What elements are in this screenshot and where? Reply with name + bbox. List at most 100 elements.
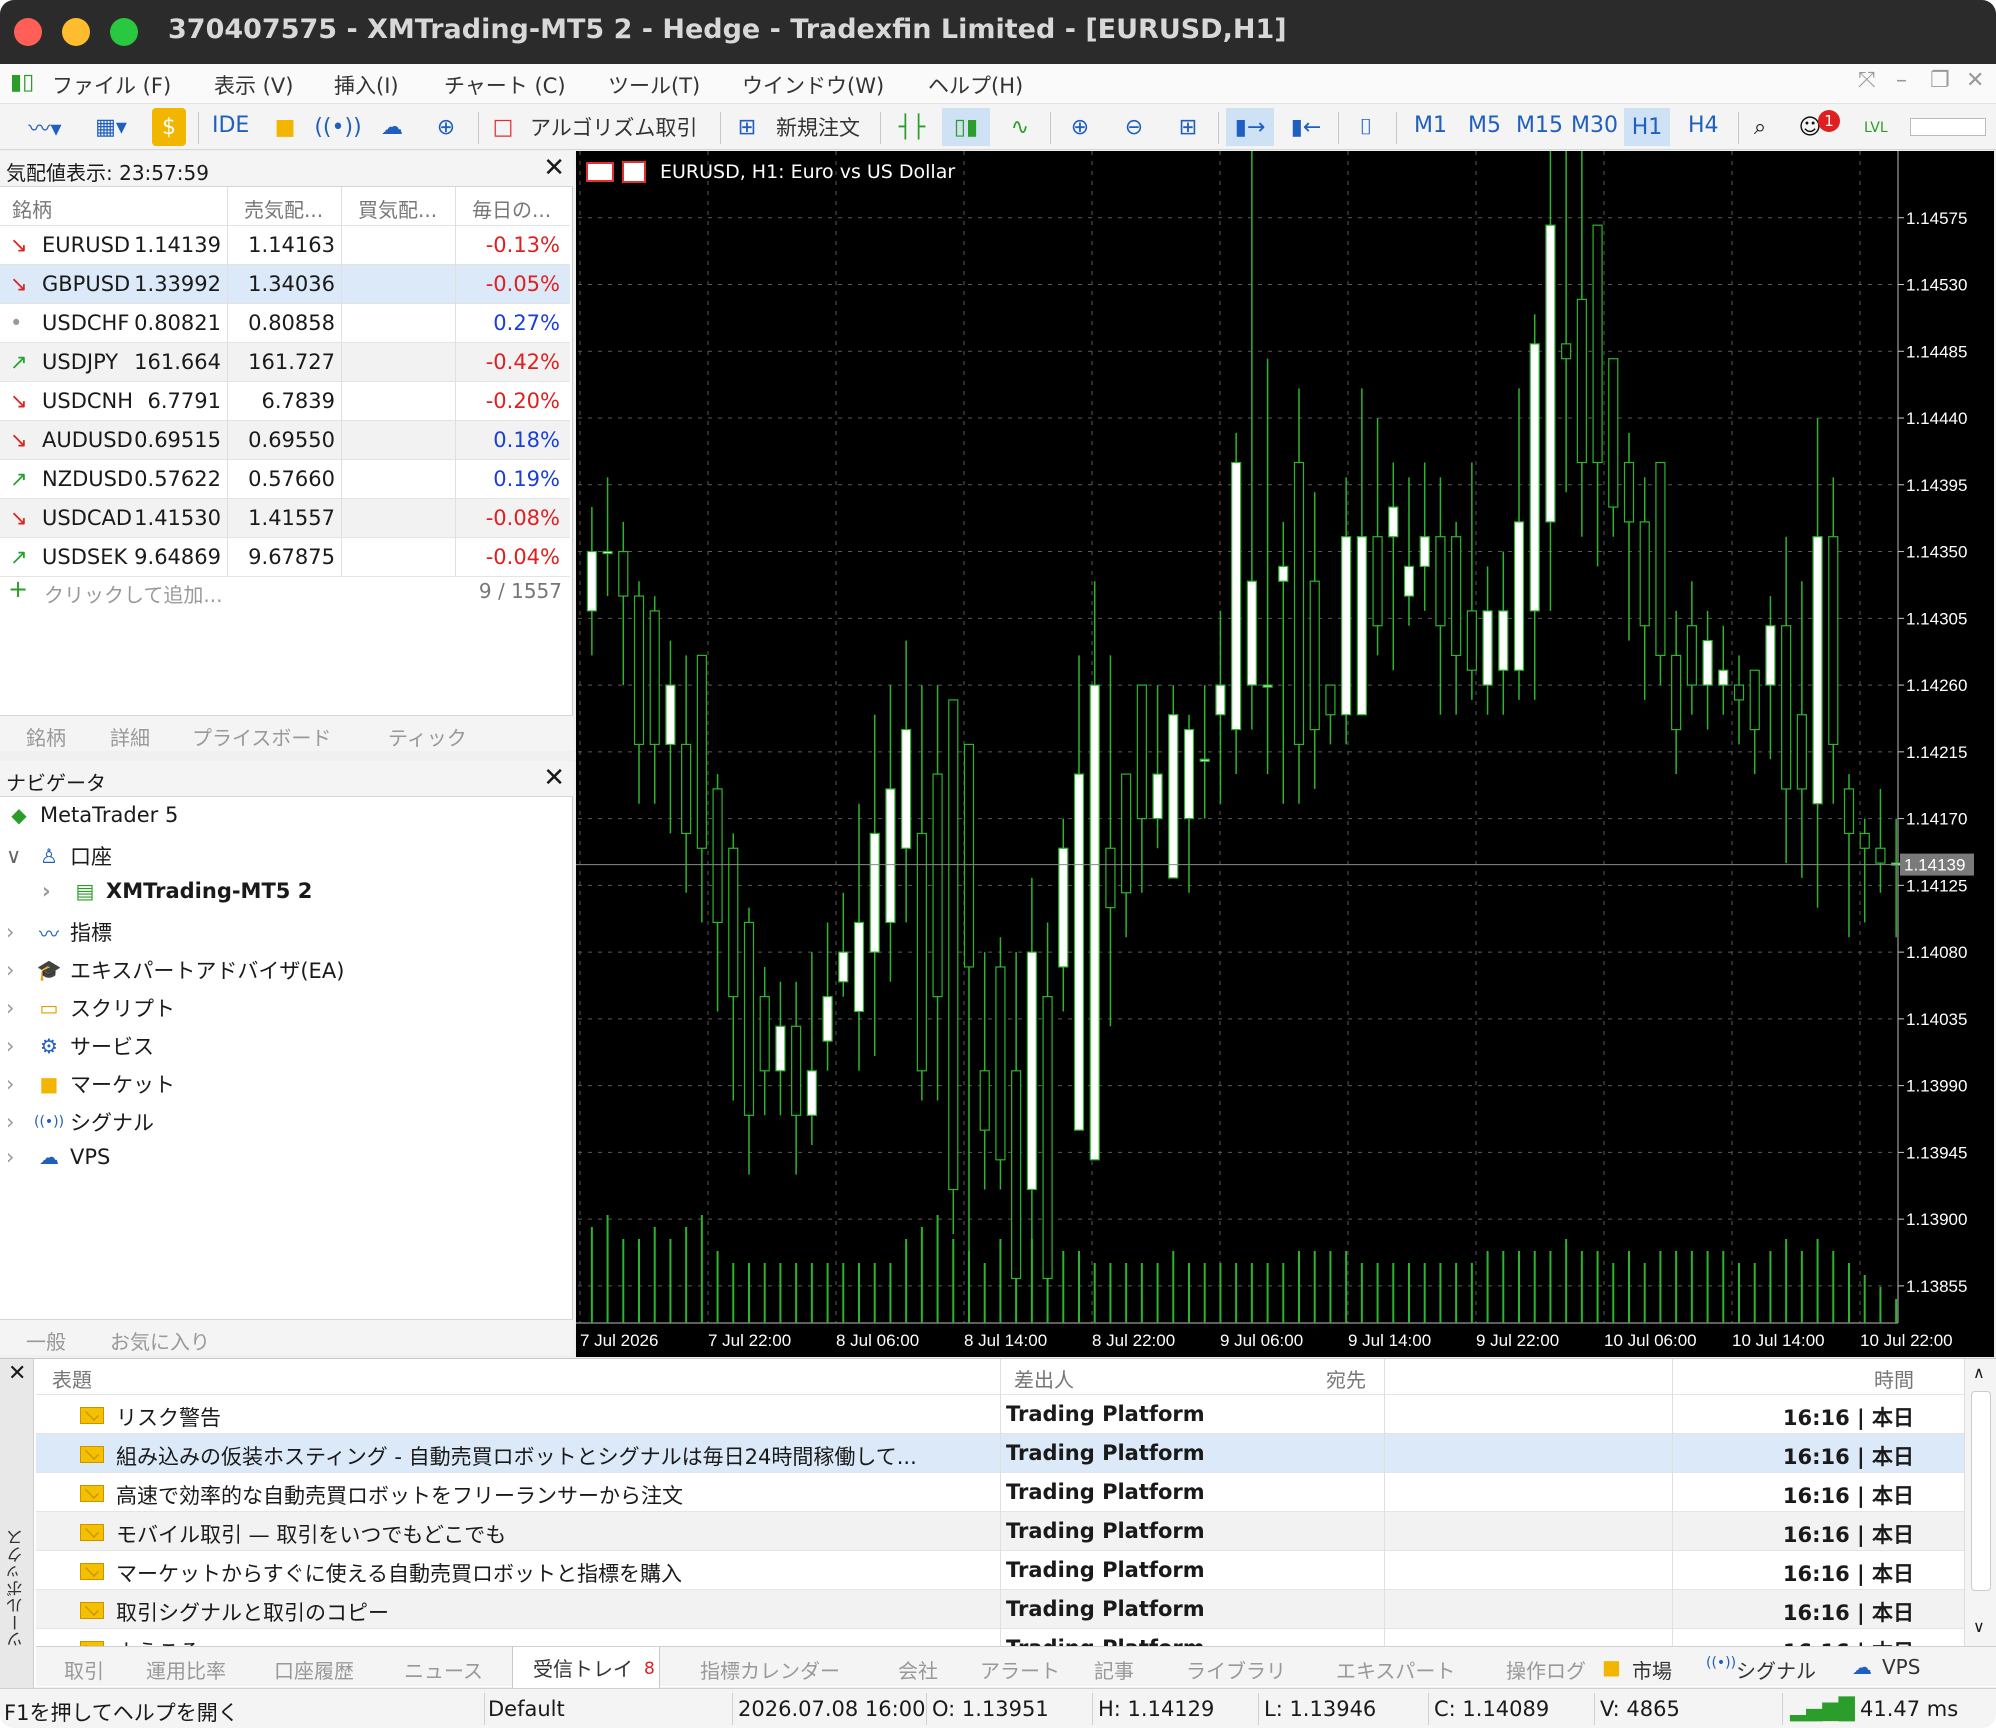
line-chart-icon[interactable]: ∿ — [1000, 108, 1040, 146]
nav-item[interactable]: › ((•)) シグナル — [6, 1107, 154, 1137]
dollar-icon[interactable]: $ — [152, 108, 186, 146]
scroll-down-icon[interactable]: ∨ — [1973, 1617, 1985, 1636]
menu-window[interactable]: ウインドウ(W) — [742, 70, 884, 100]
nav-item[interactable]: › ☁ VPS — [6, 1145, 110, 1169]
tab-details[interactable]: 詳細 — [110, 722, 150, 751]
toolbox-tab[interactable]: 取引 — [64, 1655, 104, 1684]
nav-item[interactable]: › ▭ スクリプト — [6, 993, 175, 1023]
algo-trading-icon[interactable]: □ — [488, 108, 518, 146]
algo-trading-button[interactable]: アルゴリズム取引 — [530, 112, 697, 142]
tab-general[interactable]: 一般 — [26, 1326, 66, 1355]
nav-item[interactable]: › ⚙ サービス — [6, 1031, 154, 1061]
bar-chart-icon[interactable]: ┤├ — [892, 108, 932, 146]
restore-chart-icon[interactable]: ❐ — [1930, 68, 1950, 93]
screenshot-icon[interactable]: ⌷ — [1346, 108, 1386, 146]
add-symbol-icon[interactable]: + — [8, 575, 28, 603]
close-navigator-icon[interactable]: ✕ — [543, 763, 565, 793]
tf-m1[interactable]: M1 — [1414, 113, 1447, 138]
pin-icon[interactable]: ⤧ — [1858, 68, 1876, 93]
col-recipient[interactable]: 宛先 — [1326, 1364, 1366, 1393]
close-chart-icon[interactable]: ✕ — [1966, 68, 1984, 93]
tf-m5[interactable]: M5 — [1468, 113, 1501, 138]
minimize-chart-icon[interactable]: – — [1896, 68, 1907, 93]
tf-m15[interactable]: M15 — [1516, 113, 1563, 138]
nav-root[interactable]: ◆ MetaTrader 5 — [4, 803, 178, 827]
market-watch-row[interactable]: ↘ USDCAD 1.41530 1.41557 -0.08% — [0, 499, 570, 538]
minimize-window-button[interactable] — [62, 18, 90, 46]
tab-favorites[interactable]: お気に入り — [110, 1326, 210, 1355]
col-ask[interactable]: 買気配... — [358, 194, 437, 223]
tf-m30[interactable]: M30 — [1571, 113, 1618, 138]
globe-add-icon[interactable]: ⊕ — [426, 108, 466, 146]
toolbox-tab[interactable]: ライブラリ — [1186, 1655, 1286, 1684]
new-order-icon[interactable]: ⊞ — [730, 108, 764, 146]
add-symbol-link[interactable]: クリックして追加... — [44, 579, 222, 608]
market-bag-icon[interactable]: ■ — [268, 108, 302, 146]
toolbox-right-tab[interactable]: 市場 — [1632, 1655, 1672, 1684]
market-watch-row[interactable]: ↘ AUDUSD 0.69515 0.69550 0.18% — [0, 421, 570, 460]
toolbox-tab[interactable]: ニュース — [404, 1655, 483, 1684]
menu-file[interactable]: ファイル (F) — [52, 70, 171, 100]
tab-symbols[interactable]: 銘柄 — [26, 722, 66, 751]
zoom-out-icon[interactable]: ⊖ — [1114, 108, 1154, 146]
zoom-window-button[interactable] — [110, 18, 138, 46]
toolbox-tab[interactable]: アラート — [980, 1655, 1060, 1684]
profile-name[interactable]: Default — [488, 1697, 565, 1721]
chart-window-dropdown-icon[interactable]: ▦▾ — [80, 108, 142, 146]
market-watch-row[interactable]: ↗ USDSEK 9.64869 9.67875 -0.04% — [0, 538, 570, 577]
tf-h4[interactable]: H4 — [1688, 113, 1719, 138]
tile-windows-icon[interactable]: ⊞ — [1168, 108, 1208, 146]
signal-icon[interactable]: ((•)) — [314, 108, 361, 146]
ide-button[interactable]: IDE — [212, 113, 249, 138]
line-chart-dropdown-icon[interactable]: 〰▾ — [18, 108, 72, 146]
nav-item[interactable]: › 🎓 エキスパートアドバイザ(EA) — [6, 955, 344, 985]
market-watch-row[interactable]: ↘ EURUSD 1.14139 1.14163 -0.13% — [0, 226, 570, 265]
new-order-button[interactable]: 新規注文 — [776, 112, 860, 142]
market-watch-row[interactable]: ↗ USDJPY 161.664 161.727 -0.42% — [0, 343, 570, 382]
toolbox-tab[interactable]: 指標カレンダー — [700, 1655, 840, 1684]
inbox-scrollbar[interactable]: ∧ ∨ — [1964, 1359, 1996, 1646]
scroll-thumb[interactable] — [1971, 1391, 1991, 1591]
toolbox-tab[interactable]: 記事 — [1094, 1655, 1134, 1684]
close-toolbox-icon[interactable]: ✕ — [8, 1361, 26, 1386]
market-watch-row[interactable]: ↘ GBPUSD 1.33992 1.34036 -0.05% — [0, 265, 570, 304]
nav-accounts[interactable]: ∨ ♙ 口座 — [6, 841, 112, 871]
chart-shift-icon[interactable]: ▮← — [1282, 108, 1330, 146]
close-market-watch-icon[interactable]: ✕ — [543, 153, 565, 183]
market-watch-row[interactable]: ↗ NZDUSD 0.57622 0.57660 0.19% — [0, 460, 570, 499]
toolbox-tab[interactable]: 運用比率 — [146, 1655, 226, 1684]
price-chart[interactable]: 1.14575 1.14530 1.14485 1.14440 1.14395 1.143… — [576, 0, 1994, 1357]
vps-cloud-icon[interactable]: ☁ — [372, 108, 412, 146]
toolbox-tab[interactable]: 会社 — [898, 1655, 938, 1684]
toolbox-tab[interactable]: エキスパート — [1336, 1655, 1455, 1684]
col-symbol[interactable]: 銘柄 — [12, 194, 52, 223]
zoom-in-icon[interactable]: ⊕ — [1060, 108, 1100, 146]
auto-scroll-icon[interactable]: ▮→ — [1226, 108, 1274, 146]
tab-price-board[interactable]: プライスボード — [192, 722, 331, 751]
col-bid[interactable]: 売気配... — [244, 194, 323, 223]
toolbox-tab[interactable]: 操作ログ — [1506, 1655, 1586, 1684]
market-watch-row[interactable]: • USDCHF 0.80821 0.80858 0.27% — [0, 304, 570, 343]
menu-insert[interactable]: 挿入(I) — [334, 70, 399, 100]
col-subject[interactable]: 表題 — [52, 1364, 92, 1393]
toolbox-tab[interactable]: 口座履歴 — [274, 1655, 354, 1684]
tf-h1[interactable]: H1 — [1624, 108, 1670, 146]
market-watch-row[interactable]: ↘ USDCNH 6.7791 6.7839 -0.20% — [0, 382, 570, 421]
menu-help[interactable]: ヘルプ(H) — [928, 70, 1023, 100]
scroll-up-icon[interactable]: ∧ — [1973, 1363, 1985, 1382]
nav-account-xm[interactable]: › ▤ XMTrading-MT5 2 — [42, 879, 312, 903]
search-icon[interactable]: ⌕ — [1742, 108, 1778, 146]
nav-item[interactable]: › ■ マーケット — [6, 1069, 175, 1099]
menu-tools[interactable]: ツール(T) — [608, 70, 700, 100]
toolbox-right-tab[interactable]: シグナル — [1736, 1655, 1816, 1684]
col-change[interactable]: 毎日の... — [472, 194, 551, 223]
col-time[interactable]: 時間 — [1874, 1364, 1914, 1393]
menu-view[interactable]: 表示 (V) — [214, 70, 293, 100]
close-window-button[interactable] — [14, 18, 42, 46]
toolbox-right-tab[interactable]: VPS — [1882, 1655, 1920, 1679]
menu-chart[interactable]: チャート (C) — [444, 70, 566, 100]
toolbox-tab[interactable]: 受信トレイ — [512, 1647, 660, 1691]
candlestick-icon[interactable]: ▯▮ — [942, 108, 990, 146]
nav-item[interactable]: › 〰指標 — [6, 917, 112, 947]
tab-ticks[interactable]: ティック — [388, 722, 467, 751]
